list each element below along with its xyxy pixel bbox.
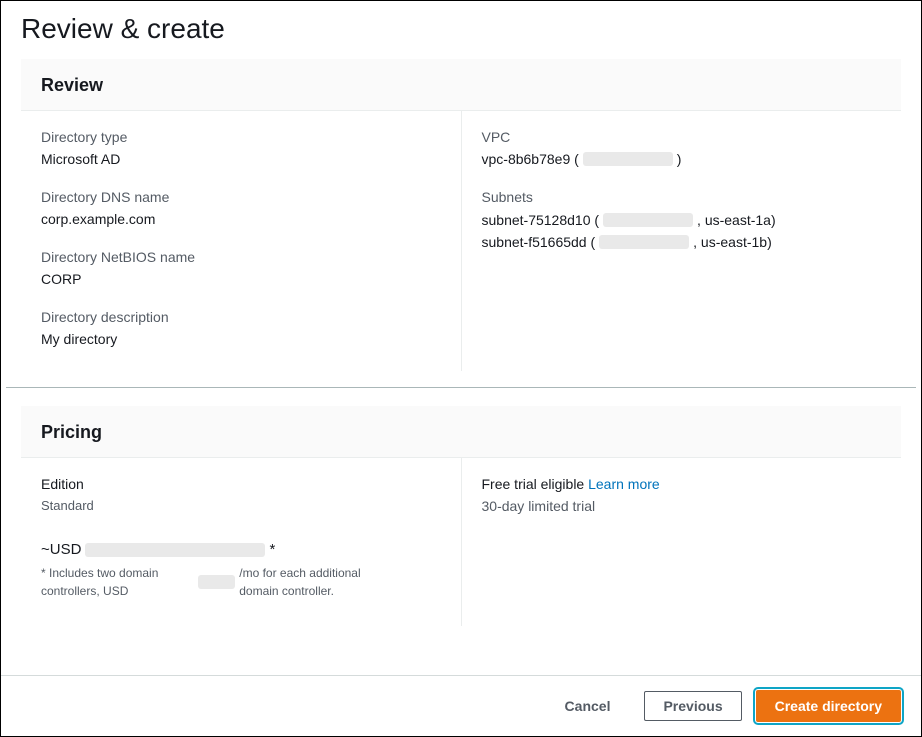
edition-label: Edition <box>41 476 441 492</box>
directory-description-label: Directory description <box>41 309 441 325</box>
price-footnote: * Includes two domain controllers, USD /… <box>41 564 401 600</box>
cancel-button[interactable]: Cancel <box>545 692 631 720</box>
create-directory-button[interactable]: Create directory <box>756 690 901 722</box>
subnets-field: Subnets subnet-75128d10 ( , us-east-1a) … <box>482 189 882 253</box>
review-body: Directory type Microsoft AD Directory DN… <box>21 111 901 371</box>
subnet1-suffix: , us-east-1a) <box>697 209 776 231</box>
trial-title-row: Free trial eligible Learn more <box>482 476 882 492</box>
pricing-right-column: Free trial eligible Learn more 30-day li… <box>462 458 902 626</box>
directory-dns-field: Directory DNS name corp.example.com <box>41 189 441 229</box>
footer-actions: Cancel Previous Create directory <box>1 675 921 736</box>
subnet1-redacted <box>603 213 693 227</box>
directory-description-value: My directory <box>41 329 441 349</box>
review-create-page: Review & create Review Directory type Mi… <box>0 0 922 737</box>
vpc-value-prefix: vpc-8b6b78e9 ( <box>482 149 579 169</box>
pricing-panel-header: Pricing <box>21 406 901 458</box>
footnote-suffix: /mo for each additional domain controlle… <box>239 564 401 600</box>
price-prefix: ~USD <box>41 541 81 558</box>
edition-value: Standard <box>41 498 441 513</box>
review-panel-header: Review <box>21 59 901 111</box>
pricing-panel: Pricing Edition Standard ~USD * * Includ… <box>21 406 901 626</box>
learn-more-link[interactable]: Learn more <box>588 476 660 492</box>
subnet2-prefix: subnet-f51665dd ( <box>482 231 596 253</box>
review-heading: Review <box>41 75 881 96</box>
directory-netbios-label: Directory NetBIOS name <box>41 249 441 265</box>
subnet2-suffix: , us-east-1b) <box>693 231 772 253</box>
subnet-2: subnet-f51665dd ( , us-east-1b) <box>482 231 882 253</box>
pricing-body: Edition Standard ~USD * * Includes two d… <box>21 458 901 626</box>
subnet1-prefix: subnet-75128d10 ( <box>482 209 600 231</box>
directory-type-value: Microsoft AD <box>41 149 441 169</box>
directory-type-label: Directory type <box>41 129 441 145</box>
trial-subtitle: 30-day limited trial <box>482 498 882 514</box>
subnet2-redacted <box>599 235 689 249</box>
directory-netbios-value: CORP <box>41 269 441 289</box>
footnote-prefix: * Includes two domain controllers, USD <box>41 564 194 600</box>
review-left-column: Directory type Microsoft AD Directory DN… <box>21 111 462 371</box>
directory-netbios-field: Directory NetBIOS name CORP <box>41 249 441 289</box>
review-panel: Review Directory type Microsoft AD Direc… <box>21 59 901 371</box>
subnet-1: subnet-75128d10 ( , us-east-1a) <box>482 209 882 231</box>
review-right-column: VPC vpc-8b6b78e9 ( ) Subnets subnet-7512… <box>462 111 902 371</box>
vpc-redacted <box>583 152 673 166</box>
price-suffix: * <box>269 541 275 558</box>
section-divider <box>6 387 916 388</box>
previous-button[interactable]: Previous <box>644 691 741 721</box>
price-redacted <box>85 543 265 557</box>
trial-title: Free trial eligible <box>482 476 589 492</box>
footnote-redacted <box>198 575 235 589</box>
pricing-heading: Pricing <box>41 422 881 443</box>
pricing-left-column: Edition Standard ~USD * * Includes two d… <box>21 458 462 626</box>
subnets-label: Subnets <box>482 189 882 205</box>
subnets-value: subnet-75128d10 ( , us-east-1a) subnet-f… <box>482 209 882 253</box>
directory-dns-value: corp.example.com <box>41 209 441 229</box>
directory-type-field: Directory type Microsoft AD <box>41 129 441 169</box>
page-title: Review & create <box>1 1 921 59</box>
directory-description-field: Directory description My directory <box>41 309 441 349</box>
vpc-field: VPC vpc-8b6b78e9 ( ) <box>482 129 882 169</box>
price-line: ~USD * <box>41 541 441 558</box>
vpc-value: vpc-8b6b78e9 ( ) <box>482 149 882 169</box>
vpc-label: VPC <box>482 129 882 145</box>
vpc-value-suffix: ) <box>677 149 682 169</box>
directory-dns-label: Directory DNS name <box>41 189 441 205</box>
